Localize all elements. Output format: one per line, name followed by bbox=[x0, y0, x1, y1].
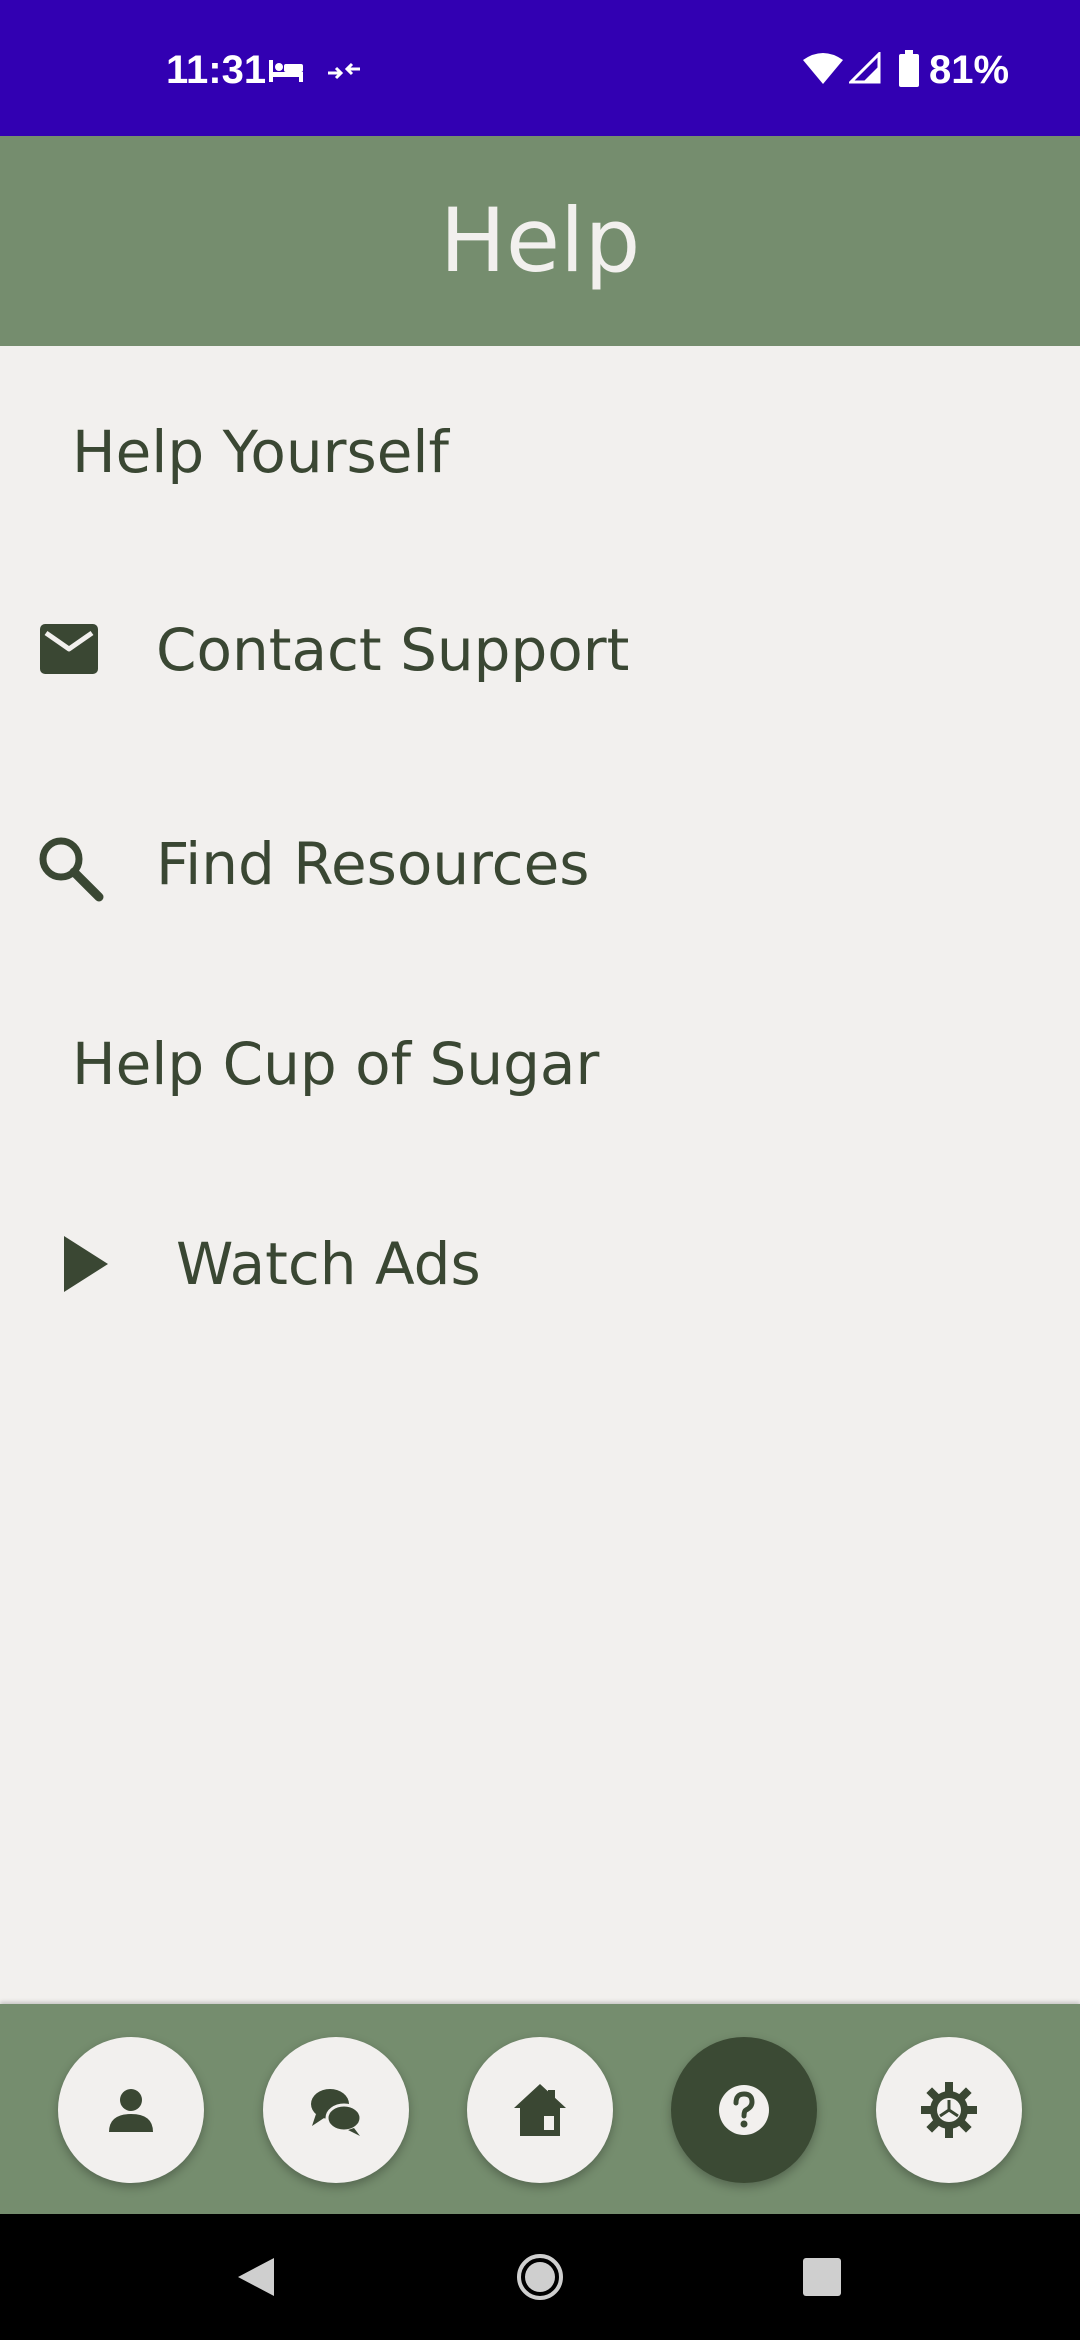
menu-item-help-yourself: Help Yourself bbox=[0, 382, 1080, 522]
chat-bubbles-icon bbox=[311, 2089, 363, 2136]
wifi-icon bbox=[803, 52, 843, 88]
nav-profile-button[interactable] bbox=[58, 2037, 204, 2183]
nav-help-button[interactable] bbox=[671, 2037, 817, 2183]
watch-ads-label: Watch Ads bbox=[176, 1230, 481, 1298]
cell-signal-icon bbox=[847, 50, 881, 88]
section-heading-help-yourself: Help Yourself bbox=[72, 418, 449, 486]
home-icon bbox=[514, 2084, 566, 2136]
back-icon[interactable] bbox=[236, 2256, 276, 2302]
contact-support-label: Contact Support bbox=[156, 616, 630, 684]
mail-icon bbox=[40, 624, 98, 678]
menu-item-help-cup-of-sugar: Help Cup of Sugar bbox=[0, 994, 1080, 1134]
app-bar: Help bbox=[0, 136, 1080, 346]
play-icon bbox=[64, 1236, 108, 1296]
bed-icon bbox=[267, 56, 305, 88]
help-icon bbox=[719, 2085, 769, 2135]
battery-icon bbox=[898, 50, 920, 92]
search-icon bbox=[36, 834, 104, 906]
menu-item-watch-ads[interactable]: Watch Ads bbox=[0, 1194, 1080, 1334]
section-heading-help-cup-of-sugar: Help Cup of Sugar bbox=[72, 1030, 600, 1098]
battery-percentage: 81% bbox=[929, 48, 1010, 92]
status-time: 11:31 bbox=[166, 48, 267, 92]
menu-item-contact-support[interactable]: Contact Support bbox=[0, 580, 1080, 720]
menu-item-find-resources[interactable]: Find Resources bbox=[0, 794, 1080, 934]
find-resources-label: Find Resources bbox=[156, 830, 590, 898]
nav-settings-button[interactable] bbox=[876, 2037, 1022, 2183]
data-saver-icon bbox=[326, 60, 362, 86]
nav-home-button[interactable] bbox=[467, 2037, 613, 2183]
nav-chat-button[interactable] bbox=[263, 2037, 409, 2183]
settings-gear-icon bbox=[921, 2082, 977, 2138]
recents-icon[interactable] bbox=[802, 2257, 842, 2301]
system-navigation-bar bbox=[0, 2214, 1080, 2340]
bottom-navigation bbox=[0, 2004, 1080, 2214]
home-circle-icon[interactable] bbox=[515, 2252, 565, 2306]
status-bar: 11:31 81% bbox=[0, 0, 1080, 136]
page-title: Help bbox=[439, 189, 641, 292]
person-icon bbox=[109, 2089, 153, 2132]
